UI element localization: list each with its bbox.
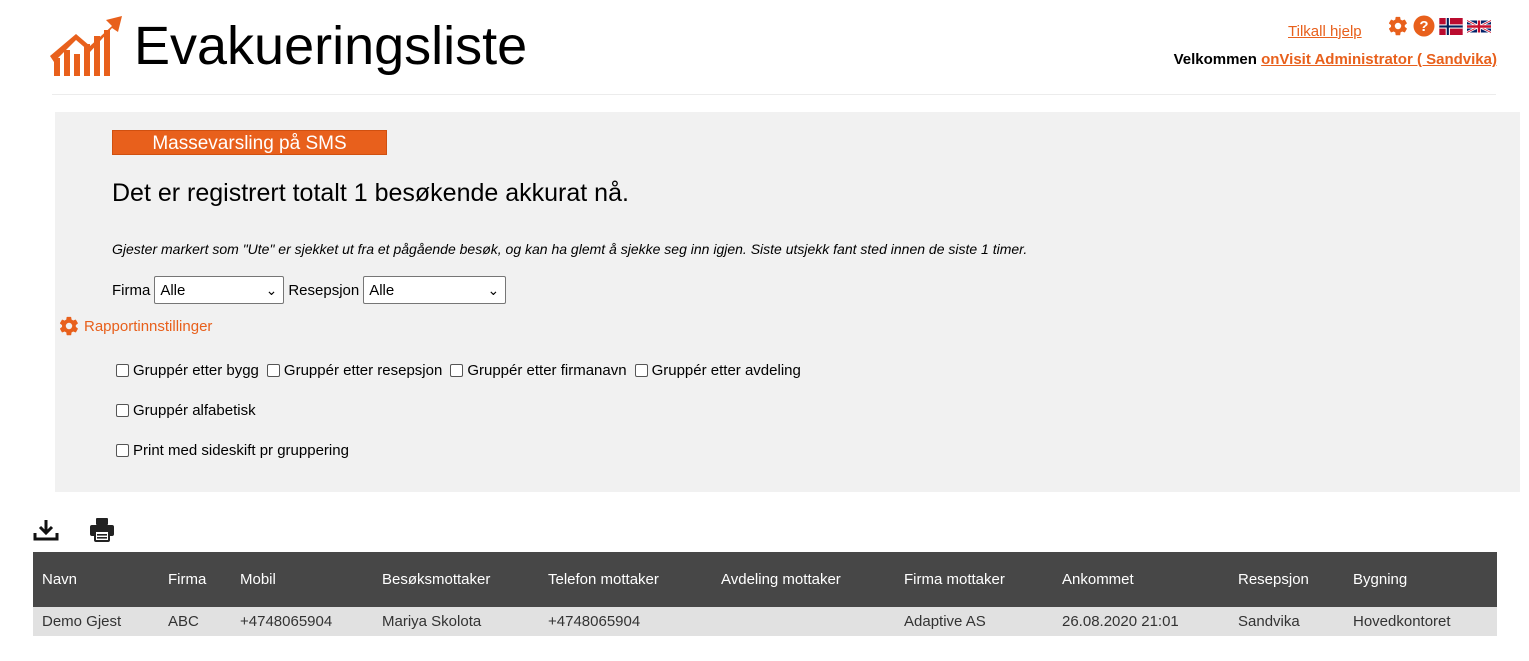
table-cell: Mariya Skolota bbox=[373, 607, 539, 636]
group-reception-option[interactable]: Gruppér etter resepsjon bbox=[266, 362, 443, 379]
filter-row: Firma Alle ⌄ Resepsjon Alle ⌄ bbox=[112, 276, 510, 304]
column-header[interactable]: Besøksmottaker bbox=[373, 552, 539, 607]
column-header[interactable]: Resepsjon bbox=[1229, 552, 1344, 607]
print-pagebreak-checkbox[interactable] bbox=[116, 444, 129, 457]
group-alpha-label: Gruppér alfabetisk bbox=[133, 402, 256, 419]
table-cell bbox=[712, 607, 895, 636]
chevron-down-icon: ⌄ bbox=[487, 281, 500, 298]
download-icon[interactable] bbox=[33, 518, 59, 542]
reception-select[interactable]: Alle ⌄ bbox=[363, 276, 507, 304]
print-option-row: Print med sideskift pr gruppering bbox=[116, 442, 357, 459]
logo-icon bbox=[50, 16, 122, 76]
group-department-label: Gruppér etter avdeling bbox=[651, 362, 801, 379]
table-header-row: Navn Firma Mobil Besøksmottaker Telefon … bbox=[33, 552, 1497, 607]
top-icons: ? bbox=[1387, 15, 1491, 37]
help-icon[interactable]: ? bbox=[1413, 15, 1435, 37]
column-header[interactable]: Avdeling mottaker bbox=[712, 552, 895, 607]
column-header[interactable]: Ankommet bbox=[1053, 552, 1229, 607]
settings-panel: Massevarsling på SMS Det er registrert t… bbox=[55, 112, 1520, 492]
column-header[interactable]: Navn bbox=[33, 552, 159, 607]
header-divider bbox=[52, 94, 1496, 95]
column-header[interactable]: Firma mottaker bbox=[895, 552, 1053, 607]
svg-text:?: ? bbox=[1419, 18, 1428, 35]
print-pagebreak-option[interactable]: Print med sideskift pr gruppering bbox=[116, 442, 349, 459]
group-building-label: Gruppér etter bygg bbox=[133, 362, 259, 379]
column-header[interactable]: Telefon mottaker bbox=[539, 552, 712, 607]
company-select-value: Alle bbox=[160, 281, 186, 299]
group-reception-checkbox[interactable] bbox=[266, 364, 280, 377]
group-reception-label: Gruppér etter resepsjon bbox=[283, 362, 443, 379]
group-company-label: Gruppér etter firmanavn bbox=[467, 362, 627, 379]
gear-icon[interactable] bbox=[1387, 15, 1409, 37]
report-settings-link[interactable]: Rapportinnstillinger bbox=[58, 315, 212, 337]
group-department-checkbox[interactable] bbox=[634, 364, 648, 377]
print-pagebreak-label: Print med sideskift pr gruppering bbox=[133, 442, 349, 459]
page-title: Evakueringsliste bbox=[134, 16, 528, 76]
welcome-text: Velkommen onVisit Administrator ( Sandvi… bbox=[1174, 51, 1497, 68]
table-cell: 26.08.2020 21:01 bbox=[1053, 607, 1229, 636]
group-building-option[interactable]: Gruppér etter bygg bbox=[116, 362, 259, 379]
table-cell: Hovedkontoret bbox=[1344, 607, 1497, 636]
group-building-checkbox[interactable] bbox=[116, 364, 129, 377]
help-link[interactable]: Tilkall hjelp bbox=[1288, 23, 1362, 40]
table-cell: Adaptive AS bbox=[895, 607, 1053, 636]
checkout-note: Gjester markert som "Ute" er sjekket ut … bbox=[112, 241, 1028, 257]
total-visitors-text: Det er registrert totalt 1 besøkende akk… bbox=[112, 179, 629, 207]
group-company-option[interactable]: Gruppér etter firmanavn bbox=[450, 362, 627, 379]
norwegian-flag-icon[interactable] bbox=[1439, 17, 1463, 35]
user-link[interactable]: onVisit Administrator ( Sandvika) bbox=[1261, 51, 1497, 68]
column-header[interactable]: Firma bbox=[159, 552, 231, 607]
table-cell: Demo Gjest bbox=[33, 607, 159, 636]
visitors-table: Navn Firma Mobil Besøksmottaker Telefon … bbox=[33, 552, 1497, 636]
group-alpha-checkbox[interactable] bbox=[116, 404, 129, 417]
print-icon[interactable] bbox=[89, 517, 115, 543]
group-department-option[interactable]: Gruppér etter avdeling bbox=[634, 362, 801, 379]
reception-filter-label: Resepsjon bbox=[288, 281, 360, 299]
alpha-option-row: Gruppér alfabetisk bbox=[116, 402, 264, 419]
chevron-down-icon: ⌄ bbox=[265, 281, 278, 298]
grouping-options-row: Gruppér etter bygg Gruppér etter resepsj… bbox=[116, 362, 809, 379]
report-settings-label: Rapportinnstillinger bbox=[84, 317, 213, 335]
group-company-checkbox[interactable] bbox=[450, 364, 464, 377]
gear-icon bbox=[59, 316, 78, 336]
welcome-label: Velkommen bbox=[1173, 51, 1257, 68]
table-cell: ABC bbox=[159, 607, 231, 636]
mass-sms-button[interactable]: Massevarsling på SMS bbox=[112, 130, 387, 155]
table-cell: Sandvika bbox=[1229, 607, 1344, 636]
column-header[interactable]: Mobil bbox=[231, 552, 373, 607]
group-alpha-option[interactable]: Gruppér alfabetisk bbox=[116, 402, 256, 419]
company-select[interactable]: Alle ⌄ bbox=[154, 276, 285, 304]
company-filter-label: Firma bbox=[112, 281, 151, 299]
uk-flag-icon[interactable] bbox=[1467, 18, 1491, 35]
table-cell: +4748065904 bbox=[539, 607, 712, 636]
table-row[interactable]: Demo Gjest ABC +4748065904 Mariya Skolot… bbox=[33, 607, 1497, 636]
export-toolbar bbox=[33, 517, 115, 543]
column-header[interactable]: Bygning bbox=[1344, 552, 1497, 607]
table-cell: +4748065904 bbox=[231, 607, 373, 636]
reception-select-value: Alle bbox=[369, 281, 395, 299]
